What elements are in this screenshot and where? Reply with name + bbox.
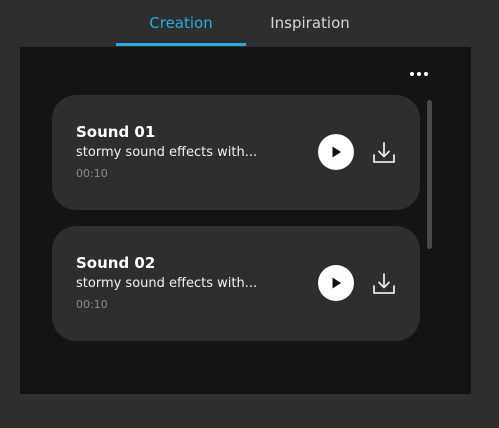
sound-title: Sound 01 bbox=[76, 123, 156, 141]
more-horizontal-icon bbox=[410, 72, 414, 76]
play-button[interactable] bbox=[318, 134, 354, 170]
tab-bar: Creation Inspiration bbox=[0, 0, 499, 47]
sound-card[interactable]: Sound 02 stormy sound effects with... 00… bbox=[52, 226, 420, 341]
download-button[interactable] bbox=[371, 271, 397, 297]
download-button[interactable] bbox=[371, 140, 397, 166]
tab-inspiration[interactable]: Inspiration bbox=[246, 0, 374, 47]
more-options-button[interactable] bbox=[404, 65, 434, 83]
play-icon bbox=[332, 146, 341, 158]
download-icon bbox=[373, 273, 395, 294]
sound-duration: 00:10 bbox=[76, 298, 108, 311]
sound-description: stormy sound effects with... bbox=[76, 276, 258, 291]
more-dot bbox=[417, 72, 421, 76]
sound-card[interactable]: Sound 01 stormy sound effects with... 00… bbox=[52, 95, 420, 210]
sound-title: Sound 02 bbox=[76, 254, 156, 272]
download-icon bbox=[373, 142, 395, 163]
more-dot bbox=[424, 72, 428, 76]
active-tab-indicator bbox=[116, 43, 246, 46]
play-button[interactable] bbox=[318, 265, 354, 301]
sound-description: stormy sound effects with... bbox=[76, 145, 258, 160]
sound-duration: 00:10 bbox=[76, 167, 108, 180]
play-icon bbox=[332, 277, 341, 289]
scrollbar-thumb[interactable] bbox=[427, 100, 432, 249]
sound-list-panel: Sound 01 stormy sound effects with... 00… bbox=[20, 47, 471, 394]
tab-inspiration-label: Inspiration bbox=[270, 14, 350, 32]
tab-creation-label: Creation bbox=[149, 14, 213, 32]
tab-creation[interactable]: Creation bbox=[116, 0, 246, 47]
